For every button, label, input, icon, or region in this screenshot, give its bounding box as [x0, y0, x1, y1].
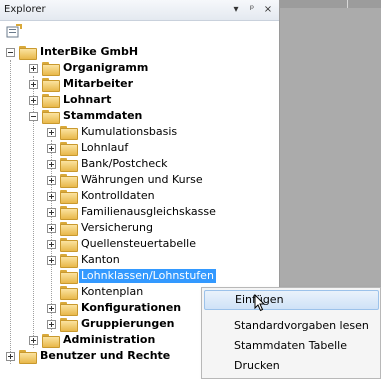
- tree-item-administration[interactable]: Administration: [29, 332, 157, 348]
- tree-item-label: Quellensteuertabelle: [81, 237, 197, 250]
- tree-item-label: Währungen und Kurse: [81, 173, 203, 186]
- folder-icon: [42, 78, 60, 92]
- explorer-titlebar: Explorer ▾ ᵖ ×: [0, 0, 279, 21]
- tree-item-root[interactable]: InterBike GmbH: [6, 44, 140, 60]
- expand-icon[interactable]: [47, 319, 56, 329]
- explorer-title: Explorer: [4, 4, 46, 15]
- expand-icon[interactable]: [29, 335, 38, 345]
- folder-icon: [60, 286, 78, 300]
- tree-item-gruppierungen[interactable]: Gruppierungen: [47, 316, 177, 332]
- expand-icon[interactable]: [47, 143, 56, 153]
- title-buttons: ▾ ᵖ ×: [231, 3, 273, 17]
- folder-icon: [42, 62, 60, 76]
- context-menu: Einfügen Standardvorgaben lesen Stammdat…: [201, 287, 381, 379]
- folder-icon: [60, 174, 78, 188]
- folder-icon: [60, 238, 78, 252]
- expand-icon[interactable]: [29, 79, 38, 89]
- expand-icon[interactable]: [47, 175, 56, 185]
- tree-item-kontenplan[interactable]: Kontenplan: [47, 284, 145, 300]
- tree-item-label: Organigramm: [63, 61, 149, 74]
- tree-item-organigramm[interactable]: Organigramm: [29, 60, 150, 76]
- tree-item-label: Mitarbeiter: [63, 77, 134, 90]
- close-icon[interactable]: ×: [263, 3, 273, 17]
- tree-item-label: Lohnklassen/Lohnstufen: [79, 269, 216, 283]
- tree-item-lohnklassen[interactable]: Lohnklassen/Lohnstufen: [47, 268, 216, 284]
- tree-item-familienausgleichskasse[interactable]: Familienausgleichskasse: [47, 204, 218, 220]
- folder-icon: [42, 94, 60, 108]
- tree-item-kumulationsbasis[interactable]: Kumulationsbasis: [47, 124, 179, 140]
- mouse-cursor-icon: [254, 294, 266, 312]
- tree-item-benutzer-rechte[interactable]: Benutzer und Rechte: [6, 348, 172, 364]
- folder-icon: [60, 190, 78, 204]
- tree-item-mitarbeiter[interactable]: Mitarbeiter: [29, 76, 135, 92]
- expand-icon[interactable]: [47, 223, 56, 233]
- menu-item-drucken[interactable]: Drucken: [204, 356, 379, 376]
- menu-item-einfuegen[interactable]: Einfügen: [204, 290, 379, 310]
- folder-icon: [19, 46, 37, 60]
- tree-item-lohnart[interactable]: Lohnart: [29, 92, 113, 108]
- expand-icon[interactable]: [6, 351, 15, 361]
- tree-item-konfigurationen[interactable]: Konfigurationen: [47, 300, 183, 316]
- tree-item-label: InterBike GmbH: [40, 45, 139, 58]
- folder-icon: [19, 350, 37, 364]
- tree-item-label: Stammdaten: [63, 109, 143, 122]
- expand-icon[interactable]: [29, 63, 38, 73]
- tree-item-label: Kontrolldaten: [81, 189, 155, 202]
- folder-icon: [60, 302, 78, 316]
- workspace-top-strip: [279, 0, 381, 8]
- collapse-icon[interactable]: [6, 47, 15, 57]
- folder-icon: [42, 110, 60, 124]
- tree-item-label: Bank/Postcheck: [81, 157, 168, 170]
- tree-item-lohnlauf[interactable]: Lohnlauf: [47, 140, 130, 156]
- collapse-icon[interactable]: [29, 111, 38, 121]
- expand-icon[interactable]: [29, 95, 38, 105]
- expand-icon[interactable]: [47, 207, 56, 217]
- expand-icon[interactable]: [47, 127, 56, 137]
- tree-item-label: Konfigurationen: [81, 301, 182, 314]
- folder-icon: [60, 270, 78, 284]
- dropdown-icon[interactable]: ▾: [231, 3, 241, 17]
- expand-icon[interactable]: [47, 191, 56, 201]
- tree-item-label: Versicherung: [81, 221, 153, 234]
- folder-icon: [60, 318, 78, 332]
- tree-item-label: Kontenplan: [81, 285, 144, 298]
- folder-icon: [42, 334, 60, 348]
- expand-icon[interactable]: [47, 159, 56, 169]
- tree-item-label: Gruppierungen: [81, 317, 175, 330]
- tree-item-kontrolldaten[interactable]: Kontrolldaten: [47, 188, 157, 204]
- pin-icon[interactable]: ᵖ: [247, 3, 257, 17]
- expand-icon[interactable]: [47, 255, 56, 265]
- properties-icon[interactable]: [6, 24, 22, 38]
- tree-item-label: Administration: [63, 333, 156, 346]
- tree-item-waehrungen[interactable]: Währungen und Kurse: [47, 172, 205, 188]
- tree-item-kanton[interactable]: Kanton: [47, 252, 122, 268]
- workspace-separator: [347, 0, 348, 8]
- tree-guide: [10, 60, 11, 364]
- tree-item-label: Lohnlauf: [81, 141, 129, 154]
- folder-icon: [60, 222, 78, 236]
- folder-icon: [60, 126, 78, 140]
- tree-item-stammdaten[interactable]: Stammdaten: [29, 108, 144, 124]
- folder-icon: [60, 206, 78, 220]
- expand-icon[interactable]: [47, 303, 56, 313]
- tree-item-label: Benutzer und Rechte: [40, 349, 171, 362]
- tree-item-label: Kumulationsbasis: [81, 125, 178, 138]
- tree-item-label: Lohnart: [63, 93, 112, 106]
- tree-item-versicherung[interactable]: Versicherung: [47, 220, 155, 236]
- tree-item-label: Kanton: [81, 253, 120, 266]
- folder-icon: [60, 158, 78, 172]
- menu-item-standardvorgaben[interactable]: Standardvorgaben lesen: [204, 316, 379, 336]
- tree-item-label: Familienausgleichskasse: [81, 205, 216, 218]
- menu-item-stammdaten-tabelle[interactable]: Stammdaten Tabelle: [204, 336, 379, 356]
- tree-item-quellensteuertabelle[interactable]: Quellensteuertabelle: [47, 236, 198, 252]
- folder-icon: [60, 254, 78, 268]
- tree-item-bank-postcheck[interactable]: Bank/Postcheck: [47, 156, 170, 172]
- expand-icon[interactable]: [47, 239, 56, 249]
- folder-icon: [60, 142, 78, 156]
